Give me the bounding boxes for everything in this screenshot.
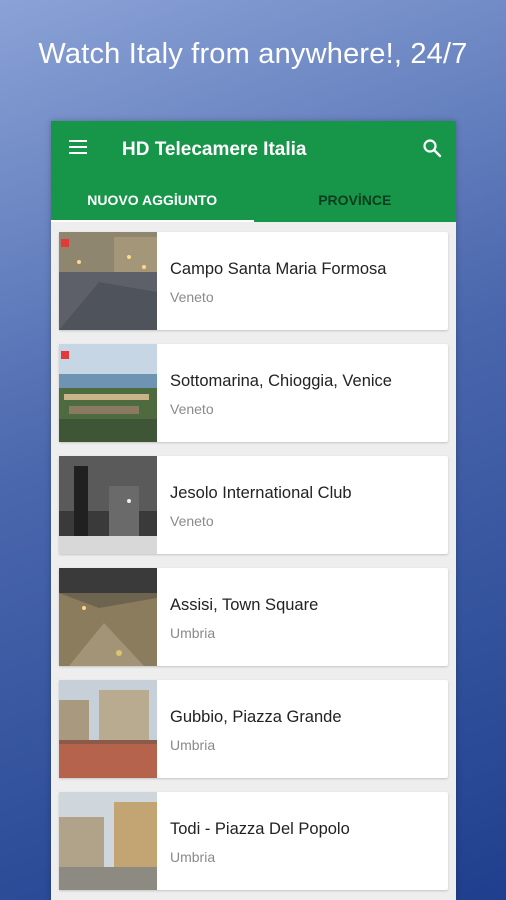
- list-item[interactable]: Jesolo International Club Veneto: [59, 456, 448, 554]
- camera-title: Sottomarina, Chioggia, Venice: [170, 372, 392, 390]
- tab-province[interactable]: PROVİNCE: [254, 177, 457, 222]
- camera-thumbnail: [59, 456, 157, 554]
- app-screen: HD Telecamere Italia NUOVO AGGİUNTO PROV…: [51, 121, 456, 900]
- menu-icon[interactable]: [69, 140, 87, 154]
- list-item[interactable]: Assisi, Town Square Umbria: [59, 568, 448, 666]
- camera-region: Umbria: [170, 737, 216, 753]
- tab-nuovo-aggiunto[interactable]: NUOVO AGGİUNTO: [51, 177, 254, 222]
- toolbar: HD Telecamere Italia: [51, 121, 456, 177]
- camera-region: Umbria: [170, 849, 216, 865]
- camera-list: Campo Santa Maria Formosa Veneto Sottoma…: [51, 222, 456, 890]
- camera-region: Veneto: [170, 401, 214, 417]
- camera-region: Veneto: [170, 513, 214, 529]
- app-bar: HD Telecamere Italia NUOVO AGGİUNTO PROV…: [51, 121, 456, 222]
- app-title: HD Telecamere Italia: [122, 139, 307, 160]
- camera-thumbnail: [59, 568, 157, 666]
- search-icon[interactable]: [422, 138, 442, 158]
- tab-bar: NUOVO AGGİUNTO PROVİNCE: [51, 177, 456, 222]
- list-item[interactable]: Sottomarina, Chioggia, Venice Veneto: [59, 344, 448, 442]
- camera-title: Gubbio, Piazza Grande: [170, 708, 342, 726]
- live-badge: [61, 239, 69, 247]
- camera-title: Assisi, Town Square: [170, 596, 319, 614]
- camera-thumbnail: [59, 680, 157, 778]
- live-badge: [61, 351, 69, 359]
- list-item[interactable]: Campo Santa Maria Formosa Veneto: [59, 232, 448, 330]
- camera-thumbnail: [59, 344, 157, 442]
- camera-region: Veneto: [170, 289, 214, 305]
- camera-title: Jesolo International Club: [170, 484, 352, 502]
- camera-thumbnail: [59, 792, 157, 890]
- camera-title: Todi - Piazza Del Popolo: [170, 820, 350, 838]
- camera-title: Campo Santa Maria Formosa: [170, 260, 387, 278]
- camera-thumbnail: [59, 232, 157, 330]
- promo-headline: Watch Italy from anywhere!, 24/7: [38, 38, 468, 70]
- list-item[interactable]: Todi - Piazza Del Popolo Umbria: [59, 792, 448, 890]
- camera-region: Umbria: [170, 625, 216, 641]
- list-item[interactable]: Gubbio, Piazza Grande Umbria: [59, 680, 448, 778]
